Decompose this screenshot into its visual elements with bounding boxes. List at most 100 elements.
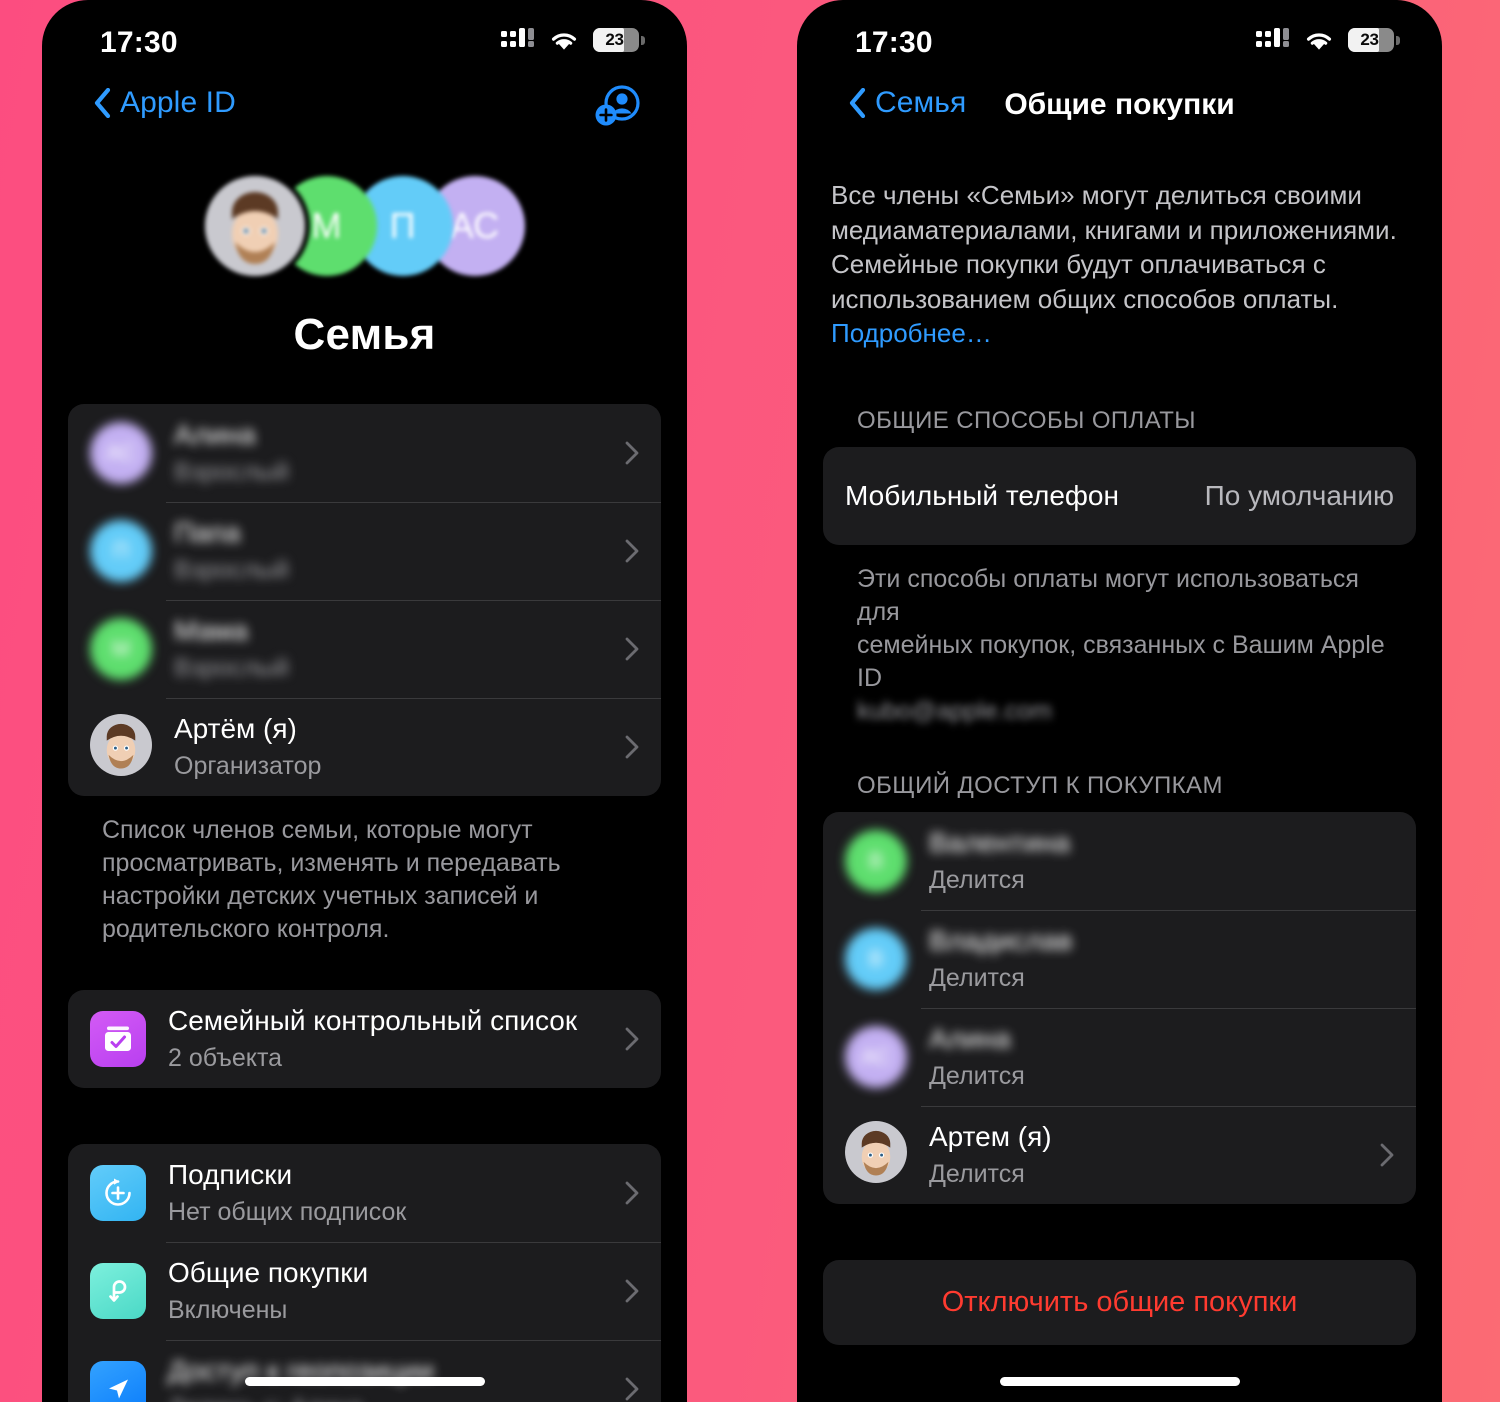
member-name: Владислав [929, 924, 1073, 956]
avatar: АС [90, 422, 152, 484]
battery-icon: 23 [1348, 28, 1400, 52]
battery-percent: 23 [1360, 30, 1379, 49]
family-hero: М П АС Семья [42, 148, 687, 360]
family-avatar-cluster: М П АС [204, 176, 525, 284]
chevron-right-icon [625, 1279, 639, 1303]
battery-icon: 23 [593, 28, 645, 52]
avatar-initials-text: АС [105, 440, 137, 465]
sharing-group: ОБЩИЙ ДОСТУП К ПОКУПКАМ В Валентина Дели… [823, 772, 1416, 1204]
member-name: Артем (я) [929, 1120, 1052, 1152]
avatar-initials-text: В [868, 945, 884, 971]
phone-right: 17:30 23 Семья Общие покупки Все члены «… [797, 0, 1442, 1402]
avatar: АС [845, 1025, 907, 1088]
destructive-group: Отключить общие покупки [823, 1259, 1416, 1345]
avatar: М [90, 618, 152, 680]
member-name: Валентина [929, 826, 1071, 858]
nav-title: Общие покупки [1004, 88, 1235, 121]
chevron-right-icon [625, 539, 639, 563]
feature-row-location[interactable]: Доступ к геопозиции Делюсь с: Алина [68, 1340, 661, 1402]
chevron-right-icon [625, 1377, 639, 1401]
nav-bar-left: Apple ID [42, 72, 687, 148]
member-avatar-initials: АС [845, 1025, 907, 1088]
chevron-right-icon [625, 1027, 639, 1051]
member-status: Делится [929, 865, 1025, 894]
member-name: Папа [174, 517, 241, 549]
sharing-member-row[interactable]: В Валентина Делится [823, 812, 1416, 910]
member-status: Делится [929, 1159, 1025, 1188]
member-role: Взрослый [174, 555, 289, 584]
back-button-label: Apple ID [120, 86, 236, 119]
member-status: Делится [929, 963, 1025, 992]
memoji-icon [90, 713, 152, 776]
family-members-card: АС Алина Взрослый П Папа Взрослый М Мама… [68, 404, 661, 796]
payment-methods-card: Мобильный телефон По умолчанию [823, 446, 1416, 545]
checklist-subtitle: 2 объекта [168, 1043, 283, 1072]
member-avatar-initials: В [845, 829, 907, 892]
sharing-members-card: В Валентина Делится В Владислав Делится … [823, 811, 1416, 1204]
sharing-section-header: ОБЩИЙ ДОСТУП К ПОКУПКАМ [857, 771, 1223, 799]
avatar-initials-text: П [113, 538, 129, 563]
feature-subtitle: Делюсь с: Алина [168, 1393, 611, 1402]
avatar-initials-text: АС [449, 205, 500, 246]
member-row-self[interactable]: Артём (я) Организатор [68, 698, 661, 796]
member-name: Мама [174, 615, 249, 647]
payment-methods-group: ОБЩИЕ СПОСОБЫ ОПЛАТЫ Мобильный телефон П… [823, 407, 1416, 728]
intro-paragraph: Все члены «Семьи» могут делиться своими … [831, 180, 1397, 314]
sharing-member-row-self[interactable]: Артем (я) Делится [823, 1105, 1416, 1204]
checklist-icon [90, 1011, 146, 1067]
payment-method-row[interactable]: Мобильный телефон По умолчанию [823, 447, 1416, 545]
page-title: Семья [293, 310, 436, 359]
apple-id-email-redacted: kubo@apple.com [857, 696, 1052, 725]
memoji-icon [204, 176, 305, 276]
learn-more-link[interactable]: Подробнее… [831, 318, 992, 348]
feature-title: Подписки [168, 1159, 293, 1191]
home-indicator [244, 1377, 485, 1386]
member-row[interactable]: АС Алина Взрослый [68, 404, 661, 502]
chevron-right-icon [625, 1181, 639, 1205]
chevron-right-icon [625, 735, 639, 759]
avatar [845, 1121, 907, 1188]
disable-shared-purchases-button[interactable]: Отключить общие покупки [823, 1259, 1416, 1345]
memoji-icon [845, 1121, 907, 1184]
feature-row-subscriptions[interactable]: Подписки Нет общих подписок [68, 1144, 661, 1242]
chevron-right-icon [1380, 1143, 1394, 1167]
avatar: П [90, 520, 152, 582]
family-checklist-row[interactable]: Семейный контрольный список 2 объекта [68, 990, 661, 1088]
checklist-group: Семейный контрольный список 2 объекта [68, 990, 661, 1088]
payment-method-title: Мобильный телефон [845, 480, 1119, 512]
add-person-button[interactable] [593, 80, 643, 130]
wifi-icon [551, 32, 577, 50]
status-indicators: 23 [501, 28, 645, 52]
right-screen-body: Все члены «Семьи» могут делиться своими … [797, 148, 1442, 1345]
member-avatar-initials: П [90, 520, 152, 582]
member-row[interactable]: П Папа Взрослый [68, 502, 661, 600]
sharing-member-row[interactable]: В Владислав Делится [823, 909, 1416, 1008]
checklist-title: Семейный контрольный список [168, 1005, 578, 1037]
battery-percent: 23 [605, 30, 624, 49]
feature-row-shared-purchases[interactable]: Общие покупки Включены [68, 1242, 661, 1340]
member-name: Артём (я) [174, 713, 297, 745]
member-row[interactable]: М Мама Взрослый [68, 600, 661, 698]
back-button-apple-id[interactable]: Apple ID [94, 86, 236, 120]
add-person-icon [595, 85, 640, 126]
member-avatar-initials: М [90, 618, 152, 680]
feature-title: Общие покупки [168, 1257, 369, 1289]
status-time: 17:30 [100, 26, 178, 59]
sharing-member-row[interactable]: АС Алина Делится [823, 1007, 1416, 1106]
nav-bar-right: Семья Общие покупки [797, 72, 1442, 148]
member-avatar-initials: АС [90, 422, 152, 484]
status-bar-left: 17:30 23 [42, 0, 687, 72]
feature-subtitle: Нет общих подписок [168, 1197, 407, 1226]
screenshot-stage: 17:30 23 Apple ID М П АС Семья АС Алина … [0, 0, 1500, 1402]
payment-method-value: По умолчанию [1204, 479, 1394, 511]
avatar [90, 713, 152, 781]
payment-footnote-line2: семейных покупок, связанных с Вашим Appl… [857, 630, 1385, 692]
features-group: Подписки Нет общих подписок Общие покупк… [68, 1144, 661, 1402]
shared-purchases-icon [90, 1263, 146, 1319]
avatar-memoji [204, 176, 305, 276]
subscriptions-icon [90, 1165, 146, 1221]
avatar-initials-text: М [311, 205, 342, 246]
chevron-right-icon [625, 441, 639, 465]
member-role: Организатор [174, 751, 322, 780]
status-bar-right: 17:30 23 [797, 0, 1442, 72]
